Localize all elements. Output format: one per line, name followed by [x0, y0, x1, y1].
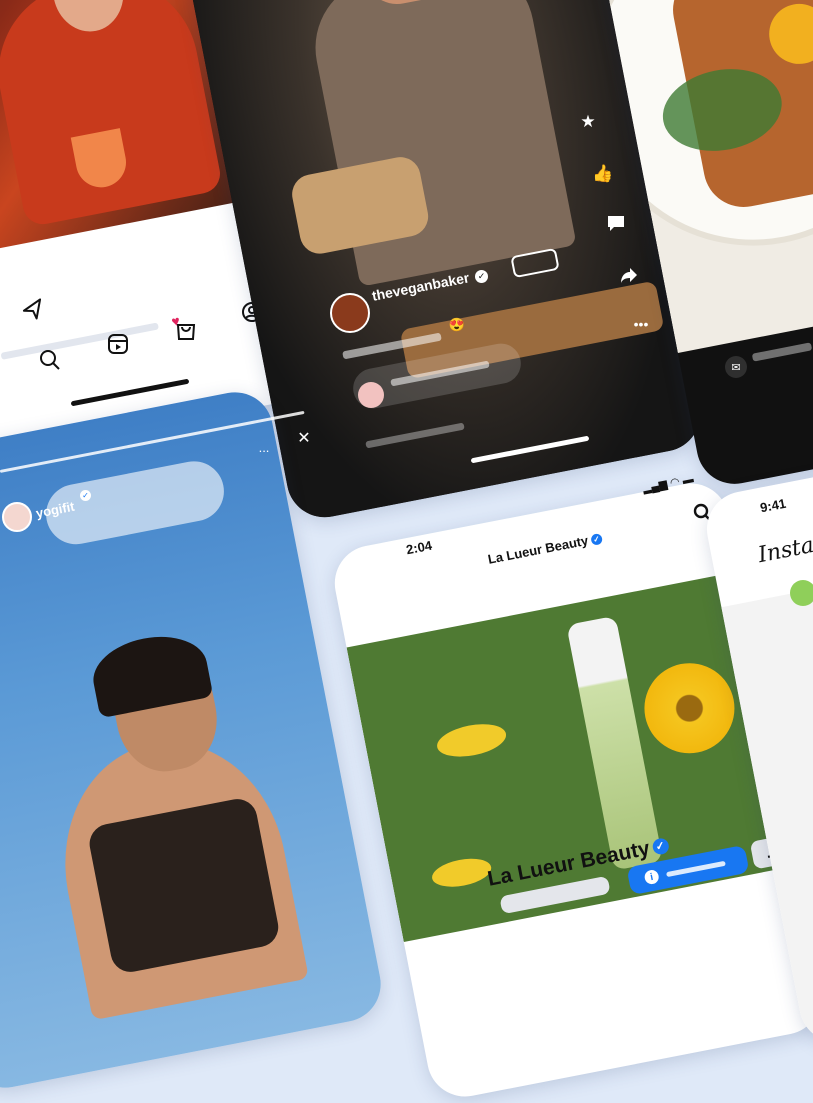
person-shape: [0, 0, 224, 228]
info-icon: i: [643, 868, 660, 886]
brand-profile-verified-icon: ✓: [651, 837, 670, 857]
petal-b: [429, 854, 494, 892]
search-icon[interactable]: [36, 346, 64, 374]
crop-top: [86, 795, 282, 976]
home-indicator: [70, 378, 190, 407]
info-button-label-placeholder: [666, 860, 726, 878]
close-icon[interactable]: ✕: [294, 428, 314, 448]
insta-avatar[interactable]: [790, 580, 813, 606]
shop-icon[interactable]: [172, 316, 200, 344]
bread-shelf: [399, 280, 665, 380]
sunflower: [636, 655, 743, 761]
messenger-icon[interactable]: ✉: [725, 356, 747, 378]
reels-icon[interactable]: [104, 330, 132, 358]
story-more-button[interactable]: ...: [254, 440, 274, 455]
story-verified-icon: ✓: [80, 490, 91, 501]
serum-bottle: [566, 615, 664, 871]
brand-header-verified-icon: ✓: [590, 533, 603, 546]
petal-a: [434, 718, 509, 762]
story-avatar[interactable]: [2, 502, 32, 532]
